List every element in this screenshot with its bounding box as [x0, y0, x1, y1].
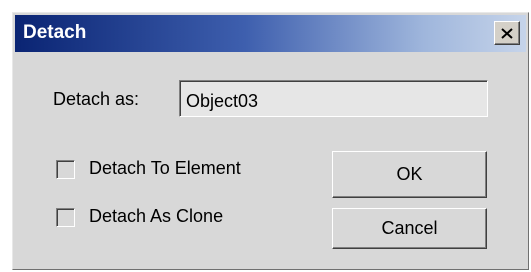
dialog-title: Detach — [23, 22, 87, 43]
title-bar[interactable]: Detach — [15, 15, 526, 52]
detach-dialog: Detach Detach as: Detach To Element Deta… — [12, 12, 529, 270]
detach-as-label: Detach as: — [53, 89, 140, 109]
detach-as-input[interactable] — [179, 80, 488, 117]
detach-to-element-label[interactable]: Detach To Element — [89, 158, 241, 179]
detach-to-element-checkbox[interactable] — [56, 160, 75, 179]
close-icon — [501, 27, 513, 39]
detach-as-clone-label[interactable]: Detach As Clone — [89, 206, 223, 227]
close-button[interactable] — [494, 21, 520, 45]
ok-button[interactable]: OK — [332, 151, 487, 198]
cancel-button[interactable]: Cancel — [332, 208, 487, 249]
detach-as-clone-checkbox[interactable] — [56, 208, 75, 227]
